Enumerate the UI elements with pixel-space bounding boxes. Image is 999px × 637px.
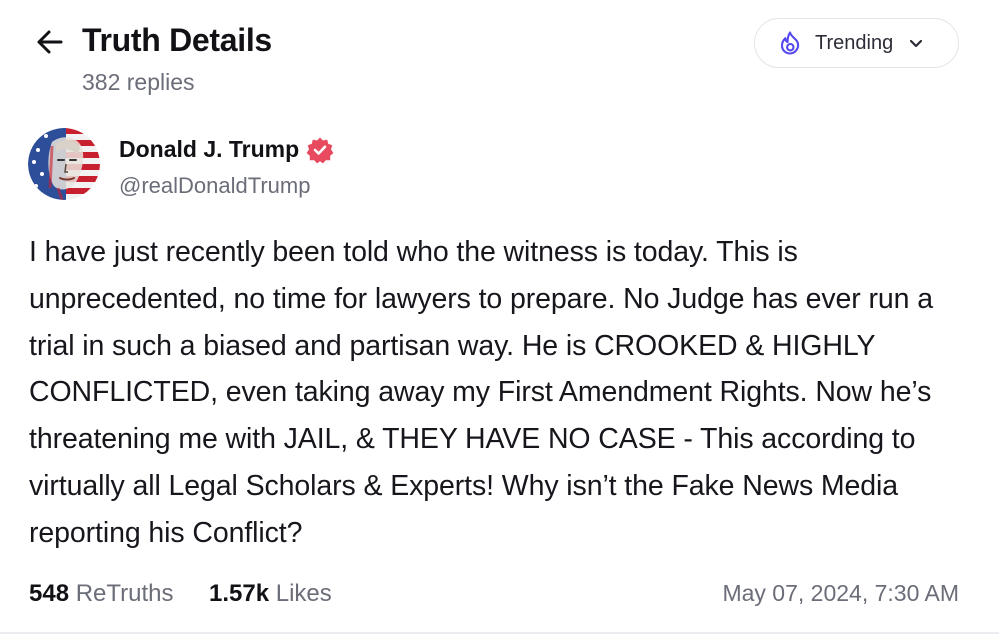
arrow-left-icon (37, 30, 63, 54)
sort-label: Trending (815, 31, 894, 54)
back-button[interactable] (32, 24, 68, 60)
retruths-count: 548 (29, 580, 70, 607)
reply-count: 382 replies (82, 69, 195, 95)
likes-stat[interactable]: 1.57k Likes (209, 580, 332, 608)
chevron-down-icon (907, 34, 925, 52)
page-title: Truth Details (82, 22, 272, 58)
author-handle[interactable]: @realDonaldTrump (119, 173, 310, 199)
retruths-label: ReTruths (75, 580, 174, 607)
likes-count: 1.57k (209, 580, 270, 607)
post-author: Donald J. Trump @realDonaldTrump (28, 128, 968, 208)
verified-badge-icon (306, 137, 334, 164)
post-timestamp: May 07, 2024, 7:30 AM (722, 580, 959, 606)
retruths-stat[interactable]: 548 ReTruths (29, 580, 174, 608)
divider (0, 632, 999, 634)
author-name[interactable]: Donald J. Trump (119, 136, 299, 163)
post-text: I have just recently been told who the w… (29, 236, 933, 549)
likes-label: Likes (275, 580, 332, 607)
sort-dropdown[interactable]: Trending (754, 18, 959, 68)
page-header: Truth Details 382 replies Trending (0, 0, 999, 110)
flame-icon (780, 31, 800, 55)
avatar[interactable] (28, 128, 100, 200)
post-stats: 548 ReTruths 1.57k Likes May 07, 2024, 7… (29, 580, 959, 612)
